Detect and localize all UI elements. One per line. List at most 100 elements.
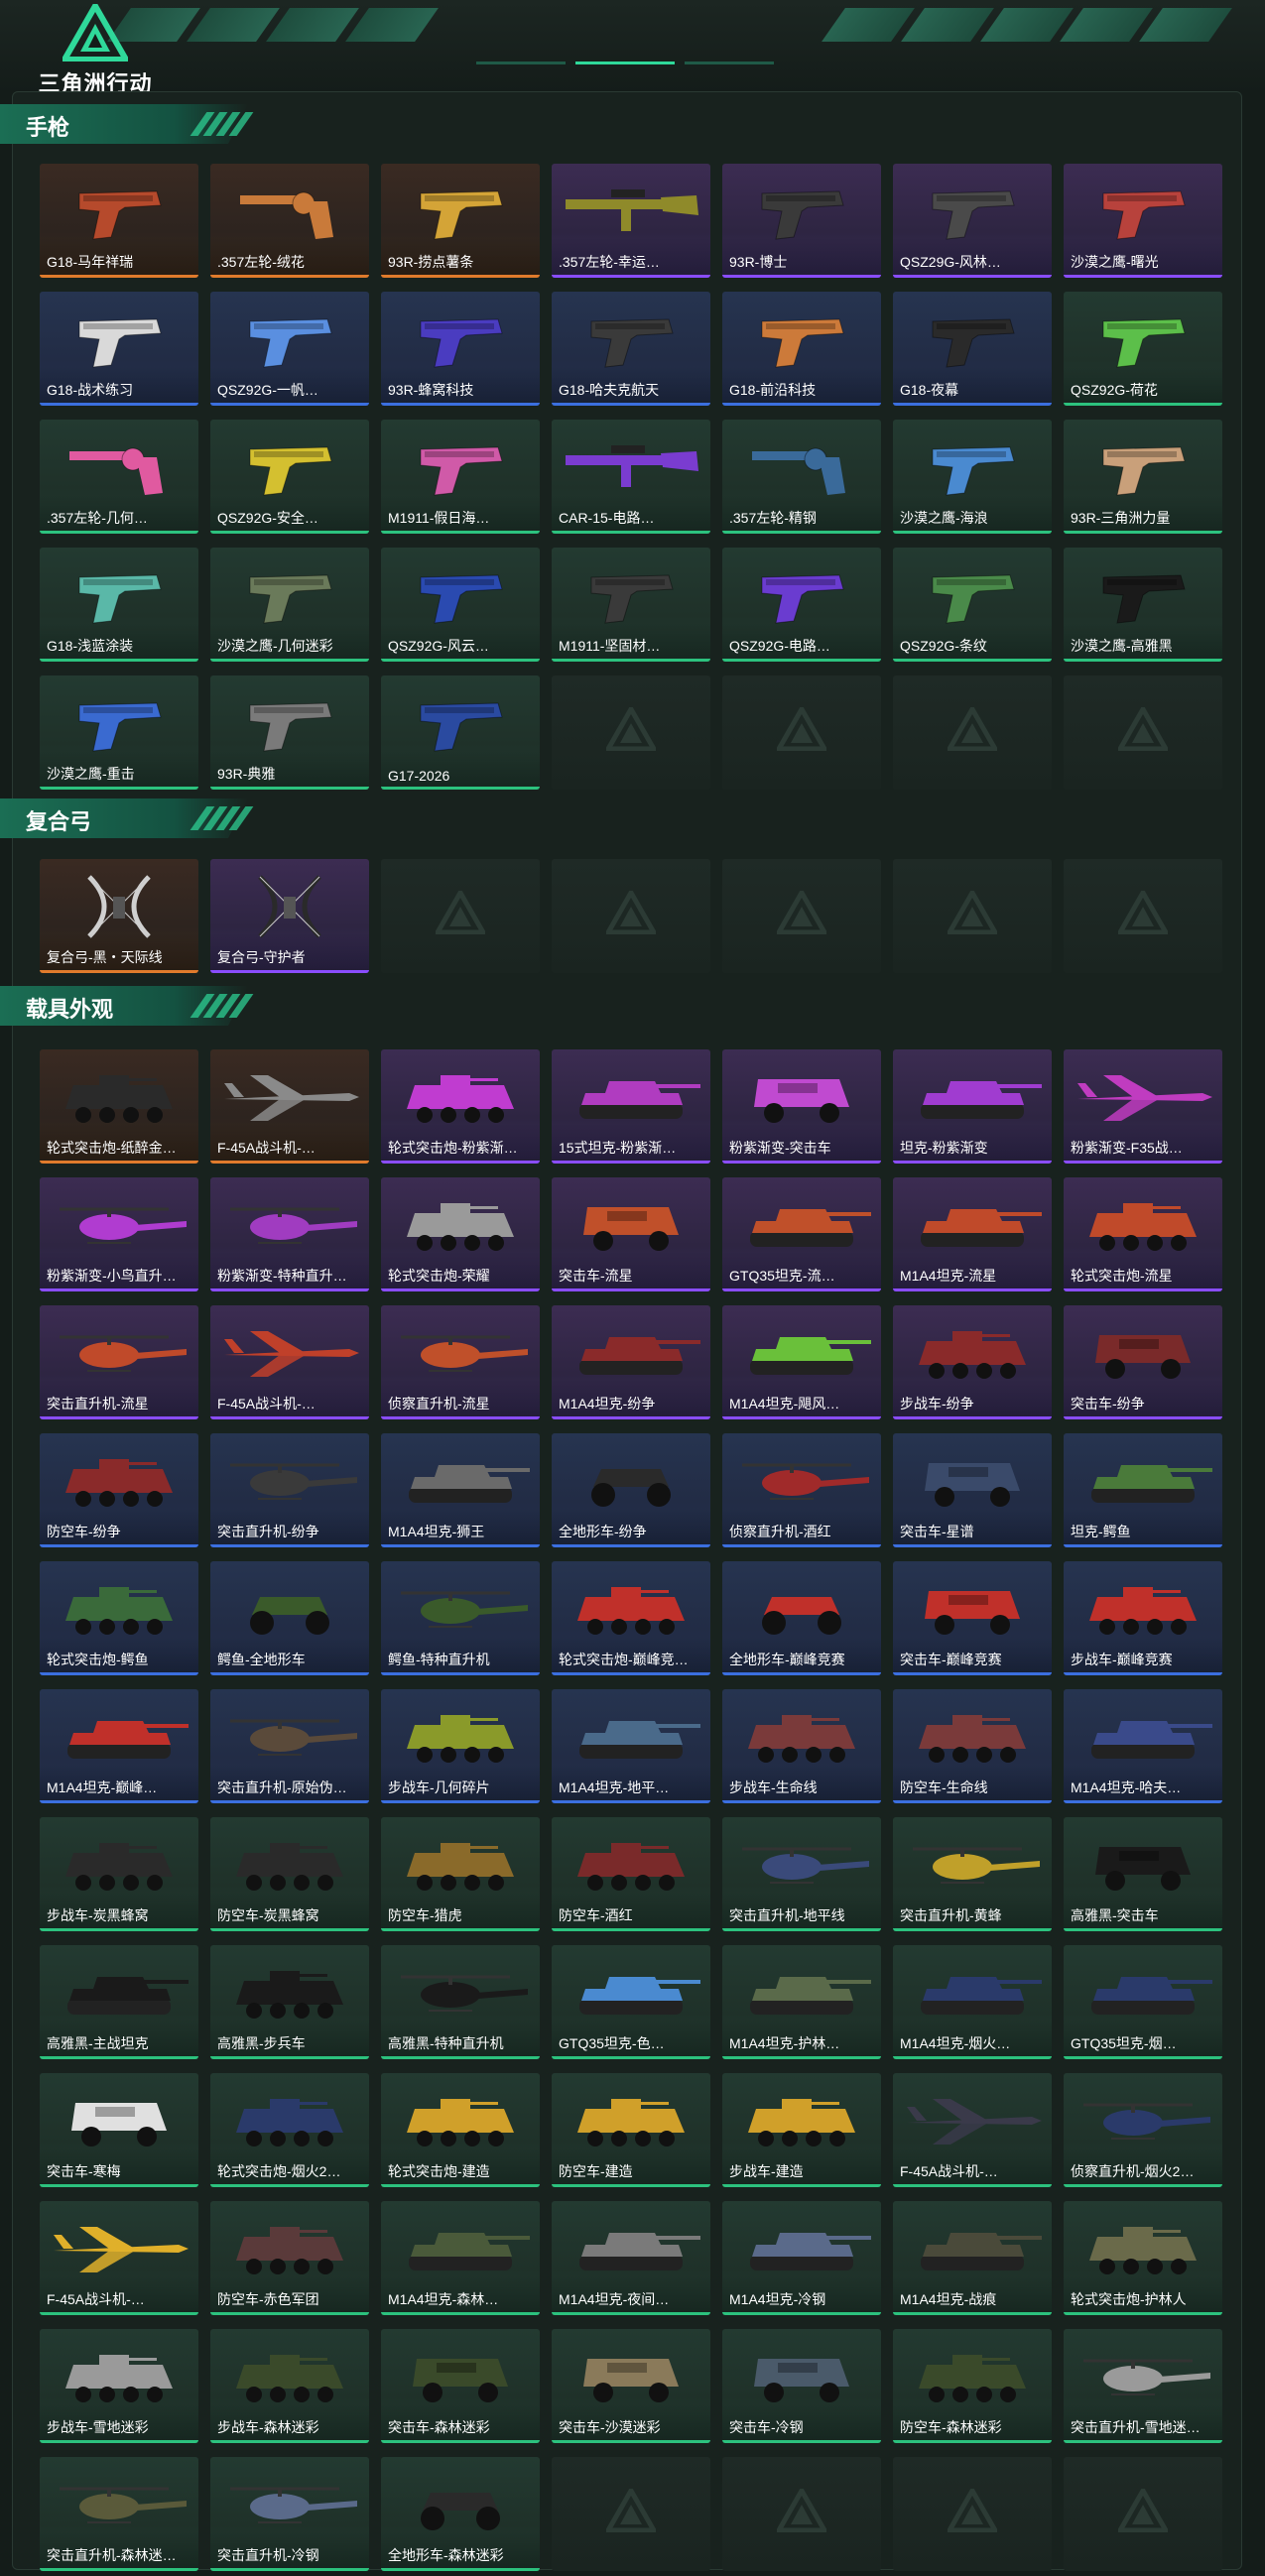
skin-card[interactable]: 步战车-炭黑蜂窝 <box>40 1817 198 1931</box>
skin-card[interactable]: 防空车-建造 <box>552 2073 710 2187</box>
skin-card[interactable]: 沙漠之鹰-曙光 <box>1064 164 1222 278</box>
skin-card[interactable]: F-45A战斗机-… <box>210 1049 369 1164</box>
skin-card[interactable]: 全地形车-森林迷彩 <box>381 2457 540 2571</box>
skin-card[interactable]: M1A4坦克-地平… <box>552 1689 710 1803</box>
skin-card[interactable]: 轮式突击炮-巅峰竞… <box>552 1561 710 1675</box>
skin-card[interactable]: GTQ35坦克-色… <box>552 1945 710 2059</box>
skin-card[interactable]: 轮式突击炮-建造 <box>381 2073 540 2187</box>
skin-card[interactable]: 轮式突击炮-荣耀 <box>381 1177 540 1291</box>
skin-card[interactable]: 突击直升机-流星 <box>40 1305 198 1419</box>
skin-card[interactable]: 突击车-寒梅 <box>40 2073 198 2187</box>
skin-card[interactable]: G18-夜幕 <box>893 292 1052 406</box>
skin-card[interactable]: G18-浅蓝涂装 <box>40 548 198 662</box>
skin-card[interactable]: M1A4坦克-护林… <box>722 1945 881 2059</box>
skin-card[interactable]: 防空车-酒红 <box>552 1817 710 1931</box>
skin-card[interactable]: 步战车-巅峰竞赛 <box>1064 1561 1222 1675</box>
skin-card[interactable]: 93R-典雅 <box>210 675 369 790</box>
skin-card[interactable]: 防空车-纷争 <box>40 1433 198 1547</box>
skin-card[interactable]: 鳄鱼-特种直升机 <box>381 1561 540 1675</box>
skin-card[interactable]: 沙漠之鹰-重击 <box>40 675 198 790</box>
skin-card[interactable]: GTQ35坦克-流… <box>722 1177 881 1291</box>
skin-card[interactable]: M1A4坦克-流星 <box>893 1177 1052 1291</box>
skin-card[interactable]: 步战车-生命线 <box>722 1689 881 1803</box>
skin-card[interactable]: 步战车-森林迷彩 <box>210 2329 369 2443</box>
skin-card[interactable]: 突击车-沙漠迷彩 <box>552 2329 710 2443</box>
skin-card[interactable]: 全地形车-纷争 <box>552 1433 710 1547</box>
skin-card[interactable]: .357左轮-几何… <box>40 420 198 534</box>
skin-card[interactable]: 防空车-生命线 <box>893 1689 1052 1803</box>
skin-card[interactable]: 坦克-粉紫渐变 <box>893 1049 1052 1164</box>
skin-card[interactable]: 突击车-森林迷彩 <box>381 2329 540 2443</box>
skin-card[interactable]: 突击车-流星 <box>552 1177 710 1291</box>
skin-card[interactable]: F-45A战斗机-… <box>893 2073 1052 2187</box>
skin-card[interactable]: 坦克-鳄鱼 <box>1064 1433 1222 1547</box>
skin-card[interactable]: 粉紫渐变-F35战… <box>1064 1049 1222 1164</box>
skin-card[interactable]: 轮式突击炮-烟火2… <box>210 2073 369 2187</box>
skin-card[interactable]: 15式坦克-粉紫渐… <box>552 1049 710 1164</box>
skin-card[interactable]: 复合弓-守护者 <box>210 859 369 973</box>
skin-card[interactable]: 侦察直升机-酒红 <box>722 1433 881 1547</box>
skin-card[interactable]: M1A4坦克-哈夫… <box>1064 1689 1222 1803</box>
skin-card[interactable]: M1A4坦克-烟火… <box>893 1945 1052 2059</box>
skin-card[interactable]: 93R-三角洲力量 <box>1064 420 1222 534</box>
skin-card[interactable]: G18-战术练习 <box>40 292 198 406</box>
skin-card[interactable]: 沙漠之鹰-海浪 <box>893 420 1052 534</box>
skin-card[interactable]: 轮式突击炮-纸醉金… <box>40 1049 198 1164</box>
skin-card[interactable]: G18-马年祥瑞 <box>40 164 198 278</box>
skin-card[interactable]: CAR-15-电路… <box>552 420 710 534</box>
skin-card[interactable]: QSZ92G-安全… <box>210 420 369 534</box>
skin-card[interactable]: 轮式突击炮-护林人 <box>1064 2201 1222 2315</box>
skin-card[interactable]: GTQ35坦克-烟… <box>1064 1945 1222 2059</box>
skin-card[interactable]: 复合弓-黑・天际线 <box>40 859 198 973</box>
skin-card[interactable]: F-45A战斗机-… <box>210 1305 369 1419</box>
skin-card[interactable]: 防空车-炭黑蜂窝 <box>210 1817 369 1931</box>
skin-card[interactable]: .357左轮-幸运… <box>552 164 710 278</box>
skin-card[interactable]: QSZ92G-荷花 <box>1064 292 1222 406</box>
skin-card[interactable]: M1A4坦克-战痕 <box>893 2201 1052 2315</box>
skin-card[interactable]: M1A4坦克-巅峰… <box>40 1689 198 1803</box>
skin-card[interactable]: 防空车-森林迷彩 <box>893 2329 1052 2443</box>
skin-card[interactable]: M1A4坦克-飓风… <box>722 1305 881 1419</box>
skin-card[interactable]: 突击直升机-冷钢 <box>210 2457 369 2571</box>
skin-card[interactable]: 突击车-星谱 <box>893 1433 1052 1547</box>
skin-card[interactable]: M1A4坦克-森林… <box>381 2201 540 2315</box>
skin-card[interactable]: 粉紫渐变-小鸟直升… <box>40 1177 198 1291</box>
skin-card[interactable]: QSZ29G-风林… <box>893 164 1052 278</box>
skin-card[interactable]: 防空车-赤色军团 <box>210 2201 369 2315</box>
skin-card[interactable]: G17-2026 <box>381 675 540 790</box>
skin-card[interactable]: 93R-博士 <box>722 164 881 278</box>
skin-card[interactable]: 轮式突击炮-粉紫渐… <box>381 1049 540 1164</box>
skin-card[interactable]: 突击直升机-纷争 <box>210 1433 369 1547</box>
skin-card[interactable]: QSZ92G-风云… <box>381 548 540 662</box>
skin-card[interactable]: 沙漠之鹰-几何迷彩 <box>210 548 369 662</box>
skin-card[interactable]: 全地形车-巅峰竞赛 <box>722 1561 881 1675</box>
skin-card[interactable]: QSZ92G-条纹 <box>893 548 1052 662</box>
skin-card[interactable]: QSZ92G-电路… <box>722 548 881 662</box>
skin-card[interactable]: 步战车-纷争 <box>893 1305 1052 1419</box>
skin-card[interactable]: 突击直升机-地平线 <box>722 1817 881 1931</box>
skin-card[interactable]: 高雅黑-突击车 <box>1064 1817 1222 1931</box>
skin-card[interactable]: 93R-捞点薯条 <box>381 164 540 278</box>
skin-card[interactable]: 粉紫渐变-突击车 <box>722 1049 881 1164</box>
skin-card[interactable]: 高雅黑-主战坦克 <box>40 1945 198 2059</box>
skin-card[interactable]: 突击直升机-黄蜂 <box>893 1817 1052 1931</box>
skin-card[interactable]: M1A4坦克-冷钢 <box>722 2201 881 2315</box>
skin-card[interactable]: M1A4坦克-狮王 <box>381 1433 540 1547</box>
skin-card[interactable]: G18-前沿科技 <box>722 292 881 406</box>
skin-card[interactable]: 93R-蜂窝科技 <box>381 292 540 406</box>
skin-card[interactable]: 突击直升机-森林迷… <box>40 2457 198 2571</box>
skin-card[interactable]: M1A4坦克-纷争 <box>552 1305 710 1419</box>
skin-card[interactable]: 高雅黑-特种直升机 <box>381 1945 540 2059</box>
skin-card[interactable]: M1911-假日海… <box>381 420 540 534</box>
skin-card[interactable]: 鳄鱼-全地形车 <box>210 1561 369 1675</box>
skin-card[interactable]: 突击车-巅峰竞赛 <box>893 1561 1052 1675</box>
skin-card[interactable]: 步战车-雪地迷彩 <box>40 2329 198 2443</box>
skin-card[interactable]: M1A4坦克-夜间… <box>552 2201 710 2315</box>
skin-card[interactable]: 步战车-几何碎片 <box>381 1689 540 1803</box>
skin-card[interactable]: M1911-坚固材… <box>552 548 710 662</box>
skin-card[interactable]: QSZ92G-一帆… <box>210 292 369 406</box>
skin-card[interactable]: 沙漠之鹰-高雅黑 <box>1064 548 1222 662</box>
skin-card[interactable]: F-45A战斗机-… <box>40 2201 198 2315</box>
skin-card[interactable]: 突击直升机-原始伪… <box>210 1689 369 1803</box>
skin-card[interactable]: 高雅黑-步兵车 <box>210 1945 369 2059</box>
